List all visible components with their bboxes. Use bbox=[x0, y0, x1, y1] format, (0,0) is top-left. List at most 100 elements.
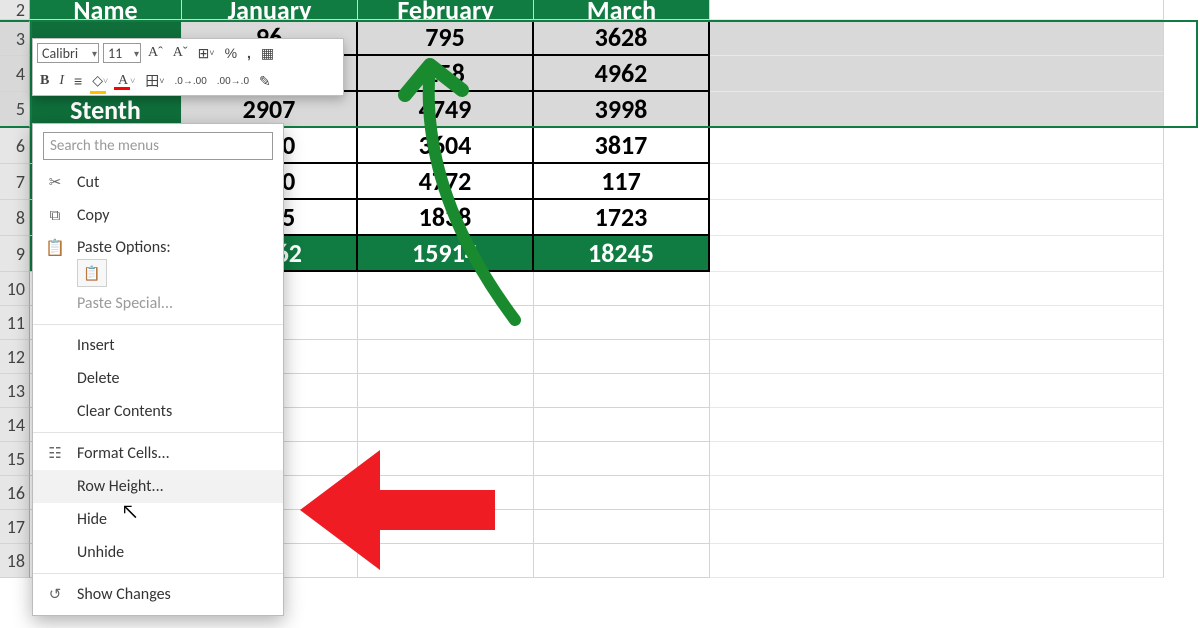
col-header-mar[interactable]: March bbox=[534, 0, 710, 20]
menu-insert[interactable]: Insert bbox=[33, 329, 283, 362]
cell[interactable]: 795 bbox=[358, 20, 534, 56]
cell[interactable]: 3604 bbox=[358, 128, 534, 164]
cell[interactable]: 3998 bbox=[534, 92, 710, 128]
cell[interactable] bbox=[358, 544, 534, 578]
cell[interactable] bbox=[358, 272, 534, 306]
menu-unhide[interactable]: Unhide bbox=[33, 536, 283, 569]
cell[interactable] bbox=[358, 340, 534, 374]
cell[interactable] bbox=[710, 544, 1164, 578]
row-header[interactable]: 16 bbox=[0, 476, 30, 510]
menu-cut[interactable]: ✂Cut bbox=[33, 166, 283, 199]
cell[interactable] bbox=[710, 408, 1164, 442]
cell[interactable]: 4962 bbox=[534, 56, 710, 92]
cell[interactable]: 1723 bbox=[534, 200, 710, 236]
cell[interactable] bbox=[710, 510, 1164, 544]
cell[interactable] bbox=[534, 544, 710, 578]
cell[interactable] bbox=[358, 442, 534, 476]
cell[interactable]: 1838 bbox=[358, 200, 534, 236]
cell[interactable] bbox=[358, 374, 534, 408]
font-color-button[interactable]: A bbox=[115, 71, 138, 91]
row-header[interactable]: 14 bbox=[0, 408, 30, 442]
row-header[interactable]: 17 bbox=[0, 510, 30, 544]
menu-delete[interactable]: Delete bbox=[33, 362, 283, 395]
row-header[interactable]: 12 bbox=[0, 340, 30, 374]
col-header-jan[interactable]: January bbox=[182, 0, 358, 20]
cell[interactable] bbox=[534, 272, 710, 306]
fill-color-button[interactable]: ◇ bbox=[89, 71, 111, 91]
row-header[interactable]: 5 bbox=[0, 92, 30, 128]
row-header-gutter[interactable]: 2 3 4 5 6 7 8 9 10 11 12 13 14 15 16 17 … bbox=[0, 0, 30, 578]
cell[interactable]: 3817 bbox=[534, 128, 710, 164]
cell[interactable] bbox=[710, 0, 1164, 20]
borders-button[interactable]: 田 bbox=[142, 71, 167, 91]
cell[interactable] bbox=[534, 510, 710, 544]
menu-clear-contents[interactable]: Clear Contents bbox=[33, 395, 283, 428]
cell[interactable] bbox=[358, 306, 534, 340]
cell[interactable] bbox=[710, 128, 1164, 164]
cell[interactable] bbox=[710, 164, 1164, 200]
cell[interactable] bbox=[710, 272, 1164, 306]
cell[interactable]: 3628 bbox=[534, 20, 710, 56]
row-header[interactable]: 3 bbox=[0, 20, 30, 56]
cell[interactable] bbox=[710, 306, 1164, 340]
cell[interactable] bbox=[358, 510, 534, 544]
menu-copy[interactable]: ⧉Copy bbox=[33, 199, 283, 232]
cell[interactable] bbox=[710, 476, 1164, 510]
row-header[interactable]: 11 bbox=[0, 306, 30, 340]
cell[interactable] bbox=[710, 236, 1164, 272]
table-format-button[interactable]: ▦ bbox=[258, 43, 277, 63]
percent-button[interactable]: % bbox=[222, 43, 240, 63]
menu-hide[interactable]: Hide bbox=[33, 503, 283, 536]
paste-option-button[interactable]: 📋 bbox=[77, 259, 107, 287]
cell[interactable] bbox=[710, 340, 1164, 374]
menu-row-height[interactable]: Row Height... bbox=[33, 470, 283, 503]
comma-button[interactable]: , bbox=[244, 43, 254, 63]
format-painter-button[interactable]: ✎ bbox=[256, 71, 274, 91]
cell[interactable] bbox=[710, 200, 1164, 236]
col-header-feb[interactable]: February bbox=[358, 0, 534, 20]
row-header[interactable]: 10 bbox=[0, 272, 30, 306]
cell[interactable] bbox=[358, 408, 534, 442]
increase-decimal-button[interactable]: .0→.00 bbox=[172, 71, 210, 91]
italic-button[interactable]: I bbox=[56, 71, 67, 91]
cell[interactable] bbox=[534, 374, 710, 408]
font-size-select[interactable]: 11 bbox=[103, 43, 141, 63]
menu-search-input[interactable]: Search the menus bbox=[43, 132, 273, 160]
cell[interactable]: 4772 bbox=[358, 164, 534, 200]
row-header[interactable]: 13 bbox=[0, 374, 30, 408]
grow-font-button[interactable]: Aˆ bbox=[145, 43, 166, 63]
bold-button[interactable]: B bbox=[37, 71, 52, 91]
row-header[interactable]: 8 bbox=[0, 200, 30, 236]
cell[interactable] bbox=[710, 20, 1164, 56]
cell[interactable] bbox=[534, 306, 710, 340]
row-header[interactable]: 2 bbox=[0, 0, 30, 20]
menu-format-cells[interactable]: ☷Format Cells... bbox=[33, 437, 283, 470]
cell[interactable]: 4749 bbox=[358, 92, 534, 128]
cell[interactable] bbox=[710, 374, 1164, 408]
row-header[interactable]: 15 bbox=[0, 442, 30, 476]
cell[interactable] bbox=[710, 56, 1164, 92]
row-header[interactable]: 6 bbox=[0, 128, 30, 164]
cell[interactable]: 117 bbox=[534, 164, 710, 200]
row-header[interactable]: 9 bbox=[0, 236, 30, 272]
cell[interactable] bbox=[534, 408, 710, 442]
cell[interactable] bbox=[710, 92, 1164, 128]
cell[interactable] bbox=[358, 476, 534, 510]
row-header[interactable]: 4 bbox=[0, 56, 30, 92]
align-button[interactable]: ≡ bbox=[71, 71, 85, 91]
menu-show-changes[interactable]: ↺Show Changes bbox=[33, 578, 283, 611]
cell[interactable] bbox=[534, 442, 710, 476]
col-header-name[interactable]: Name bbox=[30, 0, 182, 20]
cell[interactable] bbox=[710, 442, 1164, 476]
shrink-font-button[interactable]: Aˇ bbox=[170, 43, 191, 63]
cell[interactable]: 15914 bbox=[358, 236, 534, 272]
row-header[interactable]: 18 bbox=[0, 544, 30, 578]
font-select[interactable]: Calibri bbox=[37, 43, 99, 63]
cell[interactable] bbox=[534, 476, 710, 510]
cell[interactable]: 158 bbox=[358, 56, 534, 92]
cell[interactable] bbox=[534, 340, 710, 374]
decrease-decimal-button[interactable]: .00→.0 bbox=[214, 71, 252, 91]
row-header[interactable]: 7 bbox=[0, 164, 30, 200]
number-format-button[interactable]: ⊞ bbox=[195, 43, 218, 63]
cell[interactable]: 18245 bbox=[534, 236, 710, 272]
